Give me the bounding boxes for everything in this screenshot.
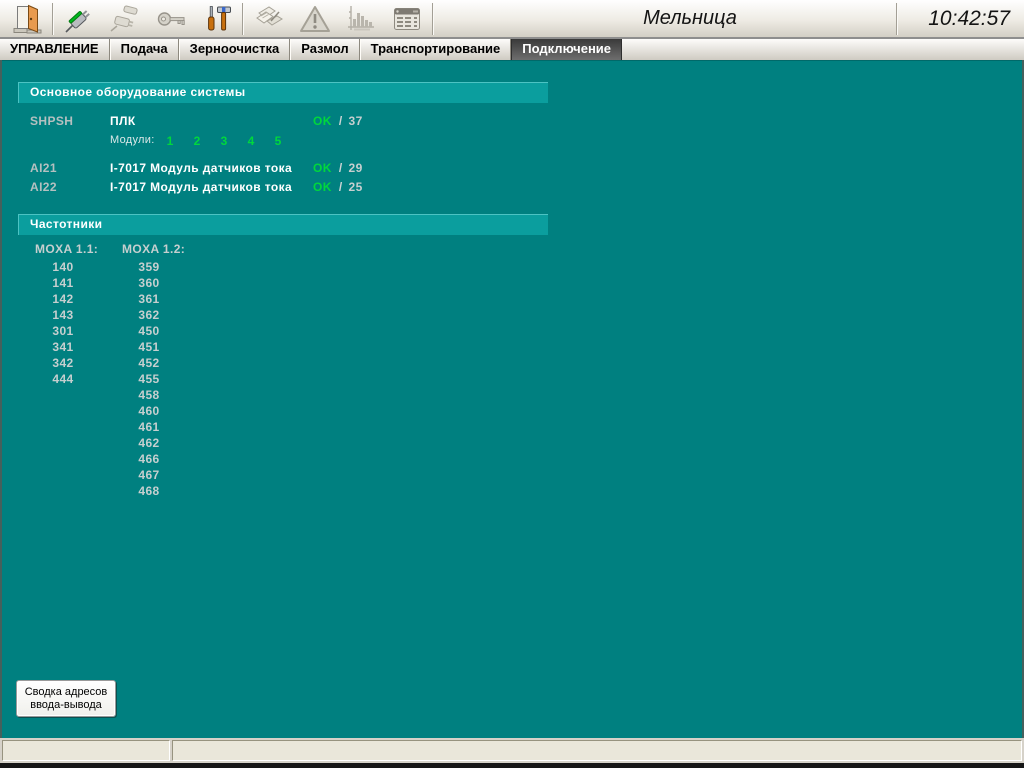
- chart-icon: [345, 3, 377, 35]
- moxa-address: 466: [118, 451, 180, 467]
- moxa-address: 450: [118, 323, 180, 339]
- moxa-address: 361: [118, 291, 180, 307]
- plug-disconnected-icon: [109, 3, 141, 35]
- main-area: Основное оборудование системы SHPSH ПЛК …: [0, 60, 1024, 738]
- tab-podacha[interactable]: Подача: [110, 39, 179, 60]
- moxa-address: 461: [118, 419, 180, 435]
- toolbar: Мельница 10:42:57: [0, 0, 1024, 39]
- status-separator: /: [339, 161, 343, 175]
- device-status: OK: [313, 180, 332, 194]
- module-number: 3: [218, 134, 230, 148]
- toolbar-separator: [52, 3, 54, 35]
- device-row: AI21 I-7017 Модуль датчиков тока OK / 29: [0, 161, 1024, 175]
- alarms-button[interactable]: [292, 2, 338, 36]
- status-separator: /: [339, 114, 343, 128]
- moxa-address: 468: [118, 483, 180, 499]
- modules-label: Модули:: [110, 134, 155, 146]
- tab-transportirovanie[interactable]: Транспортирование: [360, 39, 512, 60]
- access-key-button[interactable]: [148, 2, 194, 36]
- module-number: 2: [191, 134, 203, 148]
- io-summary-button[interactable]: Сводка адресов ввода-вывода: [16, 680, 116, 717]
- module-number: 1: [164, 134, 176, 148]
- trends-button[interactable]: [338, 2, 384, 36]
- moxa-address: 460: [118, 403, 180, 419]
- tab-zernoochistka[interactable]: Зерноочистка: [179, 39, 291, 60]
- device-value: 25: [349, 180, 363, 194]
- bottom-strip: [0, 763, 1024, 768]
- exit-button[interactable]: [4, 2, 50, 36]
- moxa-address: 342: [30, 355, 96, 371]
- module-number: 5: [272, 134, 284, 148]
- plc-row: SHPSH ПЛК OK / 37: [0, 114, 1024, 128]
- panel-table-icon: [391, 3, 423, 35]
- moxa-address: 444: [30, 371, 96, 387]
- scada-screen: Мельница 10:42:57 УПРАВЛЕНИЕ Подача Зерн…: [0, 0, 1024, 768]
- moxa-column-2: MOXA 1.2: 359 360 361 362 450 451 452 45…: [118, 242, 180, 499]
- section-header-equipment: Основное оборудование системы: [18, 82, 548, 103]
- status-bar: [0, 738, 1024, 763]
- moxa-column-1-header: MOXA 1.1:: [30, 242, 96, 259]
- clock: 10:42:57: [928, 0, 1010, 37]
- device-value: 29: [349, 161, 363, 175]
- moxa-address: 301: [30, 323, 96, 339]
- device-name: I-7017 Модуль датчиков тока: [110, 180, 292, 194]
- window-title: Мельница: [460, 0, 920, 37]
- plc-name: ПЛК: [110, 114, 136, 128]
- moxa-address: 143: [30, 307, 96, 323]
- status-separator: /: [339, 180, 343, 194]
- device-name: I-7017 Модуль датчиков тока: [110, 161, 292, 175]
- tab-upravlenie[interactable]: УПРАВЛЕНИЕ: [0, 39, 110, 60]
- device-id: AI22: [30, 180, 57, 194]
- module-number: 4: [245, 134, 257, 148]
- moxa-address: 451: [118, 339, 180, 355]
- toolbar-separator: [242, 3, 244, 35]
- tools-icon: [201, 3, 233, 35]
- toolbar-separator: [896, 3, 898, 35]
- toolbar-separator: [432, 3, 434, 35]
- key-icon: [155, 3, 187, 35]
- status-panel-right: [172, 740, 1022, 761]
- moxa-address: 359: [118, 259, 180, 275]
- device-id: AI21: [30, 161, 57, 175]
- moxa-address: 452: [118, 355, 180, 371]
- moxa-address: 142: [30, 291, 96, 307]
- tab-podklyuchenie[interactable]: Подключение: [511, 39, 622, 60]
- moxa-address: 360: [118, 275, 180, 291]
- report-sign-icon: [253, 3, 285, 35]
- device-row: AI22 I-7017 Модуль датчиков тока OK / 25: [0, 180, 1024, 194]
- moxa-column-2-header: MOXA 1.2:: [118, 242, 180, 259]
- moxa-address: 462: [118, 435, 180, 451]
- moxa-address: 362: [118, 307, 180, 323]
- plug-connected-icon: [63, 3, 95, 35]
- connect-button[interactable]: [56, 2, 102, 36]
- moxa-address: 458: [118, 387, 180, 403]
- tab-razmol[interactable]: Размол: [290, 39, 359, 60]
- service-tools-button[interactable]: [194, 2, 240, 36]
- plc-id: SHPSH: [30, 114, 73, 128]
- moxa-address: 455: [118, 371, 180, 387]
- moxa-address: 140: [30, 259, 96, 275]
- io-summary-button-line2: ввода-вывода: [30, 699, 102, 712]
- moxa-address: 467: [118, 467, 180, 483]
- plc-status: OK: [313, 114, 332, 128]
- tab-bar: УПРАВЛЕНИЕ Подача Зерноочистка Размол Тр…: [0, 39, 1024, 60]
- moxa-column-1: MOXA 1.1: 140 141 142 143 301 341 342 44…: [30, 242, 96, 387]
- plc-status-group: OK / 37: [313, 114, 363, 128]
- moxa-address: 341: [30, 339, 96, 355]
- report-button[interactable]: [246, 2, 292, 36]
- device-status-group: OK / 25: [313, 180, 363, 194]
- disconnect-button[interactable]: [102, 2, 148, 36]
- device-status: OK: [313, 161, 332, 175]
- status-panel-left: [2, 740, 170, 761]
- plc-value: 37: [349, 114, 363, 128]
- device-status-group: OK / 29: [313, 161, 363, 175]
- settings-panel-button[interactable]: [384, 2, 430, 36]
- moxa-address: 141: [30, 275, 96, 291]
- modules-row: Модули: 1 2 3 4 5: [0, 134, 1024, 148]
- exit-door-icon: [11, 3, 43, 35]
- section-header-frequency: Частотники: [18, 214, 548, 235]
- warning-icon: [299, 3, 331, 35]
- io-summary-button-line1: Сводка адресов: [25, 686, 108, 699]
